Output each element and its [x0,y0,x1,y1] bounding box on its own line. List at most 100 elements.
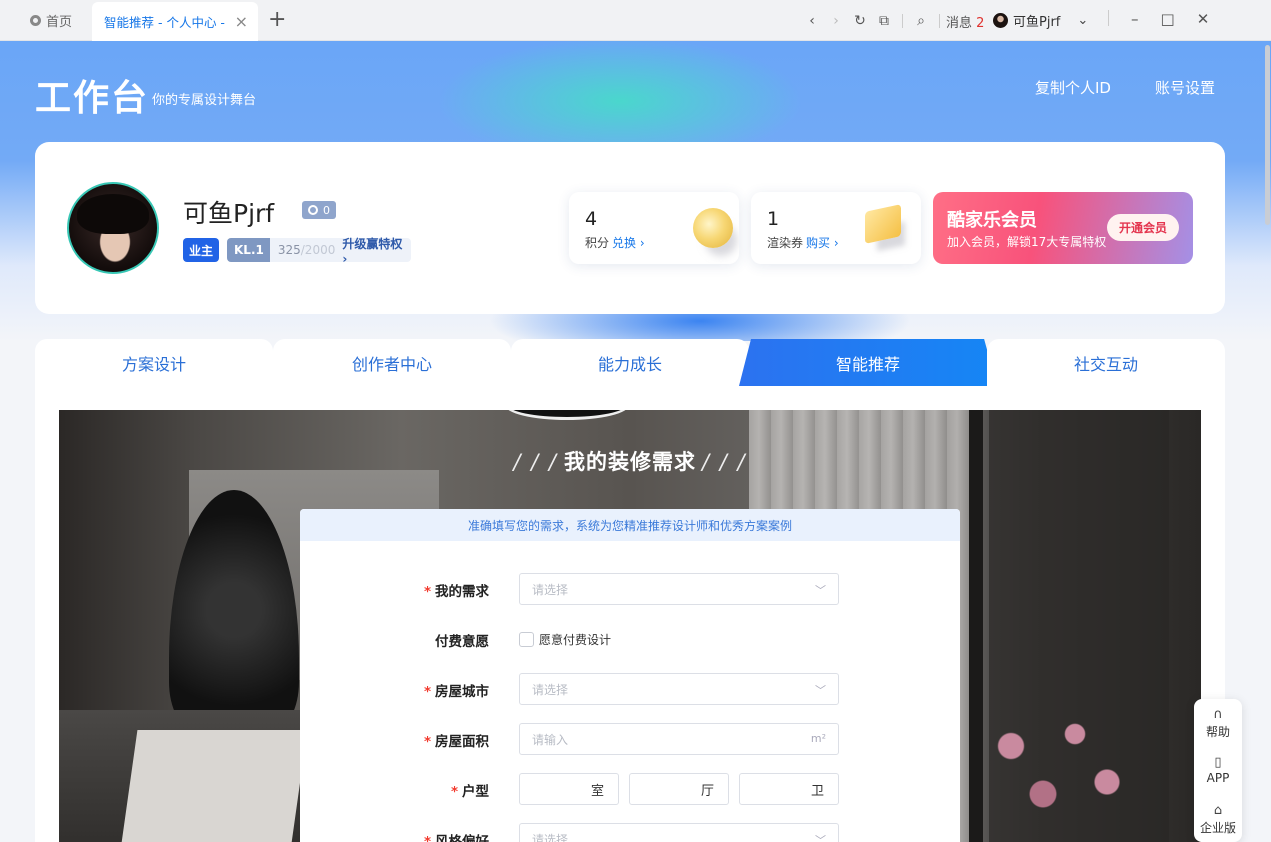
home-icon [30,15,41,26]
points-value: 4 [585,208,598,230]
user-menu[interactable]: 可鱼Pjrf ⌄ [993,11,1088,30]
search-icon[interactable]: ⌕ [909,13,933,29]
maximize-icon[interactable]: □ [1161,10,1175,28]
required-mark: * [423,834,431,842]
tab-smart-recommend-active[interactable]: 智能推荐 [739,339,997,386]
city-select[interactable]: 请选择 ﹀ [519,673,839,705]
messages-link[interactable]: 消息 2 [946,12,984,31]
app-button[interactable]: ▯ APP [1194,755,1242,785]
title-decoration-left: / / / [513,450,558,474]
field-label: 付费意愿 [435,630,489,650]
copy-id-link[interactable]: 复制个人ID [1035,77,1111,98]
area-input[interactable]: 请输入 m² [519,723,839,755]
headset-icon: ∩ [1213,707,1223,722]
vip-title: 酷家乐会员 [947,210,1037,231]
coin-icon [693,208,733,248]
logo: 工作台 [35,78,150,119]
vip-count: 0 [323,203,330,217]
pay-option-label: 愿意付费设计 [539,633,612,647]
buy-link[interactable]: 购买 › [806,236,839,250]
chevron-down-icon[interactable]: ⌄ [1077,13,1088,28]
building-icon: ⌂ [1213,803,1223,818]
app-label: APP [1206,771,1230,785]
divider [939,14,940,28]
chevron-down-icon: ﹀ [815,684,826,697]
points-label-row: 积分 兑换 › [585,234,645,251]
required-mark: * [423,684,431,700]
level-bar[interactable]: KL.1 325/2000 升级赢特权 › [227,237,411,266]
checkbox-box[interactable] [519,632,534,647]
form-row-area: * 房屋面积 请输入 m² [300,723,960,755]
avatar-hat [77,194,149,234]
bath-unit: 卫 [810,783,824,799]
tab-social-interaction[interactable]: 社交互动 [987,339,1225,386]
form-row-city: * 房屋城市 请选择 ﹀ [300,673,960,705]
hall-count-input[interactable]: 厅 [629,773,729,805]
form-row-pay: 付费意愿 愿意付费设计 [300,623,960,655]
enterprise-button[interactable]: ⌂ 企业版 [1194,803,1242,836]
enterprise-label: 企业版 [1199,821,1236,835]
pay-checkbox[interactable]: 愿意付费设计 [519,631,611,648]
room-count-input[interactable]: 室 [519,773,619,805]
account-settings-link[interactable]: 账号设置 [1155,77,1215,98]
minimize-icon[interactable]: – [1131,10,1139,28]
new-tab-icon[interactable]: + [268,7,286,32]
area-label: 房屋面积 [435,734,489,750]
copy-icon[interactable]: ⧉ [872,13,896,29]
forward-icon[interactable]: › [824,13,848,29]
tab-title: 智能推荐 - 个人中心 - [104,15,225,30]
tab-creator-center[interactable]: 创作者中心 [273,339,511,386]
field-label: * 房屋面积 [424,730,489,750]
slogan: 你的专属设计舞台 [152,93,257,108]
demand-select[interactable]: 请选择 ﹀ [519,573,839,605]
vip-badge[interactable]: 0 [302,201,336,219]
nav-controls: ‹ › ↻ ⧉ ⌕ [800,10,946,32]
chevron-down-icon: ﹀ [815,834,826,842]
refresh-icon[interactable]: ↻ [848,13,872,29]
vip-subtitle: 加入会员，解锁17大专属特权 [947,235,1107,249]
chevron-down-icon: ﹀ [815,584,826,597]
avatar[interactable] [67,182,159,274]
close-tab-icon[interactable]: × [235,12,248,31]
style-select[interactable]: 请选择 ﹀ [519,823,839,842]
form-row-demand: * 我的需求 请选择 ﹀ [300,573,960,605]
upgrade-link[interactable]: 升级赢特权 › [342,235,411,266]
field-label: * 风格偏好 [424,830,489,842]
section-tabs: 方案设计 创作者中心 能力成长 智能推荐 社交互动 [35,339,1225,386]
open-vip-button[interactable]: 开通会员 [1107,214,1179,241]
vip-icon [308,205,318,215]
ticket-label: 渲染券 [767,236,804,250]
vip-promo-card[interactable]: 酷家乐会员 加入会员，解锁17大专属特权 开通会员 [933,192,1193,264]
bath-count-input[interactable]: 卫 [739,773,839,805]
points-label: 积分 [585,236,610,250]
back-icon[interactable]: ‹ [800,13,824,29]
divider [902,14,903,28]
scrollbar[interactable] [1264,41,1271,241]
hall-unit: 厅 [700,783,714,799]
required-mark: * [423,734,431,750]
points-card: 4 积分 兑换 › [569,192,739,264]
level-points-current: 325 [277,243,301,257]
flowers [979,710,1139,830]
help-label: 帮助 [1205,725,1230,739]
scrollbar-thumb[interactable] [1265,45,1270,225]
ticket-value: 1 [767,208,780,230]
tab-smart-recommend[interactable]: 智能推荐 - 个人中心 - × [92,2,258,41]
tab-home-label: 首页 [46,15,73,30]
render-ticket-card: 1 渲染券 购买 › [751,192,921,264]
style-label: 风格偏好 [435,834,489,842]
tab-ability-growth[interactable]: 能力成长 [511,339,749,386]
level-points: 325/2000 [278,243,336,257]
demand-placeholder: 请选择 [532,582,569,597]
exchange-link[interactable]: 兑换 › [612,236,645,250]
close-window-icon[interactable]: ✕ [1197,10,1210,28]
title-decoration-right: / / / [702,450,747,474]
window-controls: – □ ✕ [1108,10,1209,28]
tab-home[interactable]: 首页 [30,8,72,33]
demand-label: 我的需求 [435,584,489,600]
help-button[interactable]: ∩ 帮助 [1194,707,1242,740]
city-placeholder: 请选择 [532,682,569,697]
pay-label: 付费意愿 [435,634,489,650]
tab-scheme-design[interactable]: 方案设计 [35,339,273,386]
required-mark: * [423,584,431,600]
